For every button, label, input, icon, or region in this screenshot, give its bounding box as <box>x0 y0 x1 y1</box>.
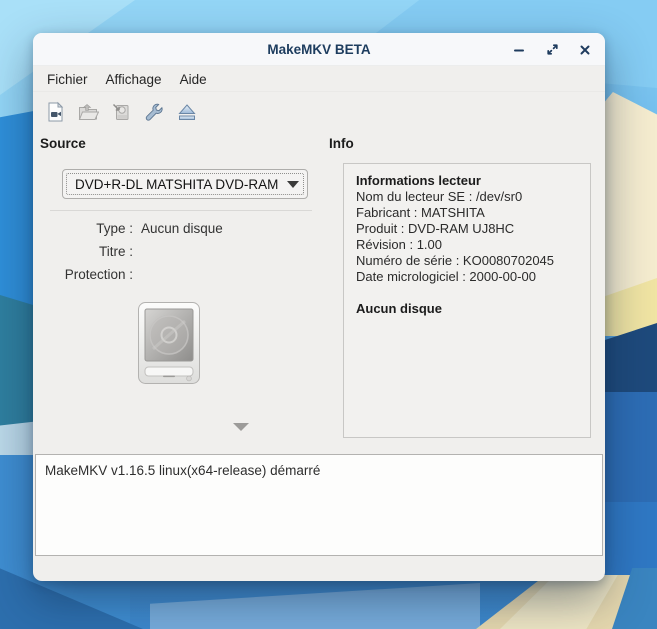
settings-button[interactable] <box>140 98 168 126</box>
minimize-icon <box>513 44 525 56</box>
titre-label: Titre : <box>33 244 133 259</box>
backup-disc-icon <box>110 101 132 123</box>
open-video-file-icon <box>44 101 66 123</box>
field-row-titre: Titre : <box>33 240 323 263</box>
open-video-file-button[interactable] <box>41 98 69 126</box>
drive-selector[interactable]: DVD+R-DL MATSHITA DVD-RAM <box>62 169 308 199</box>
log-output[interactable]: MakeMKV v1.16.5 linux(x64-release) démar… <box>35 454 603 556</box>
source-separator <box>50 210 312 211</box>
info-line-os-device: Nom du lecteur SE : /dev/sr0 <box>356 189 578 205</box>
field-row-protection: Protection : <box>33 263 323 286</box>
info-section-label: Info <box>329 136 354 151</box>
restore-icon <box>546 43 559 56</box>
info-line-product: Produit : DVD-RAM UJ8HC <box>356 221 578 237</box>
menu-affichage[interactable]: Affichage <box>97 69 171 90</box>
info-line-serial: Numéro de série : KO0080702045 <box>356 253 578 269</box>
type-label: Type : <box>33 221 133 236</box>
wallpaper-facet <box>150 583 480 629</box>
disc-status: Aucun disque <box>356 301 578 317</box>
source-section-label: Source <box>40 136 86 151</box>
menu-bar: Fichier Affichage Aide <box>33 67 605 92</box>
optical-drive-icon <box>137 301 201 385</box>
menu-fichier[interactable]: Fichier <box>38 69 97 90</box>
info-line-firmware-date: Date micrologiciel : 2000-00-00 <box>356 269 578 285</box>
disc-fields: Type : Aucun disque Titre : Protection : <box>33 217 323 286</box>
window-titlebar[interactable]: MakeMKV BETA <box>33 33 605 66</box>
window-controls <box>507 33 597 66</box>
info-blank-line <box>356 285 578 301</box>
field-row-type: Type : Aucun disque <box>33 217 323 240</box>
drive-info-title: Informations lecteur <box>356 173 578 189</box>
backup-disc-button[interactable] <box>107 98 135 126</box>
settings-wrench-icon <box>143 101 165 123</box>
minimize-button[interactable] <box>507 38 531 62</box>
toolbar <box>33 93 605 131</box>
drive-info-box: Informations lecteur Nom du lecteur SE :… <box>343 163 591 438</box>
open-folder-icon <box>77 101 99 123</box>
type-value: Aucun disque <box>141 221 223 236</box>
drive-selector-value: DVD+R-DL MATSHITA DVD-RAM <box>71 177 281 192</box>
makemkv-window: MakeMKV BETA Fichier Affichage <box>33 33 605 581</box>
chevron-down-icon <box>287 181 299 188</box>
open-folder-button[interactable] <box>74 98 102 126</box>
protection-label: Protection : <box>33 267 133 282</box>
log-line: MakeMKV v1.16.5 linux(x64-release) démar… <box>45 462 593 480</box>
info-line-manufacturer: Fabricant : MATSHITA <box>356 205 578 221</box>
menu-aide[interactable]: Aide <box>171 69 216 90</box>
restore-button[interactable] <box>540 38 564 62</box>
close-button[interactable] <box>573 38 597 62</box>
info-line-revision: Révision : 1.00 <box>356 237 578 253</box>
eject-icon <box>176 101 198 123</box>
titles-scroll-down-icon <box>233 423 249 431</box>
desktop-wallpaper: MakeMKV BETA Fichier Affichage <box>0 0 657 629</box>
eject-button[interactable] <box>173 98 201 126</box>
close-icon <box>579 44 591 56</box>
